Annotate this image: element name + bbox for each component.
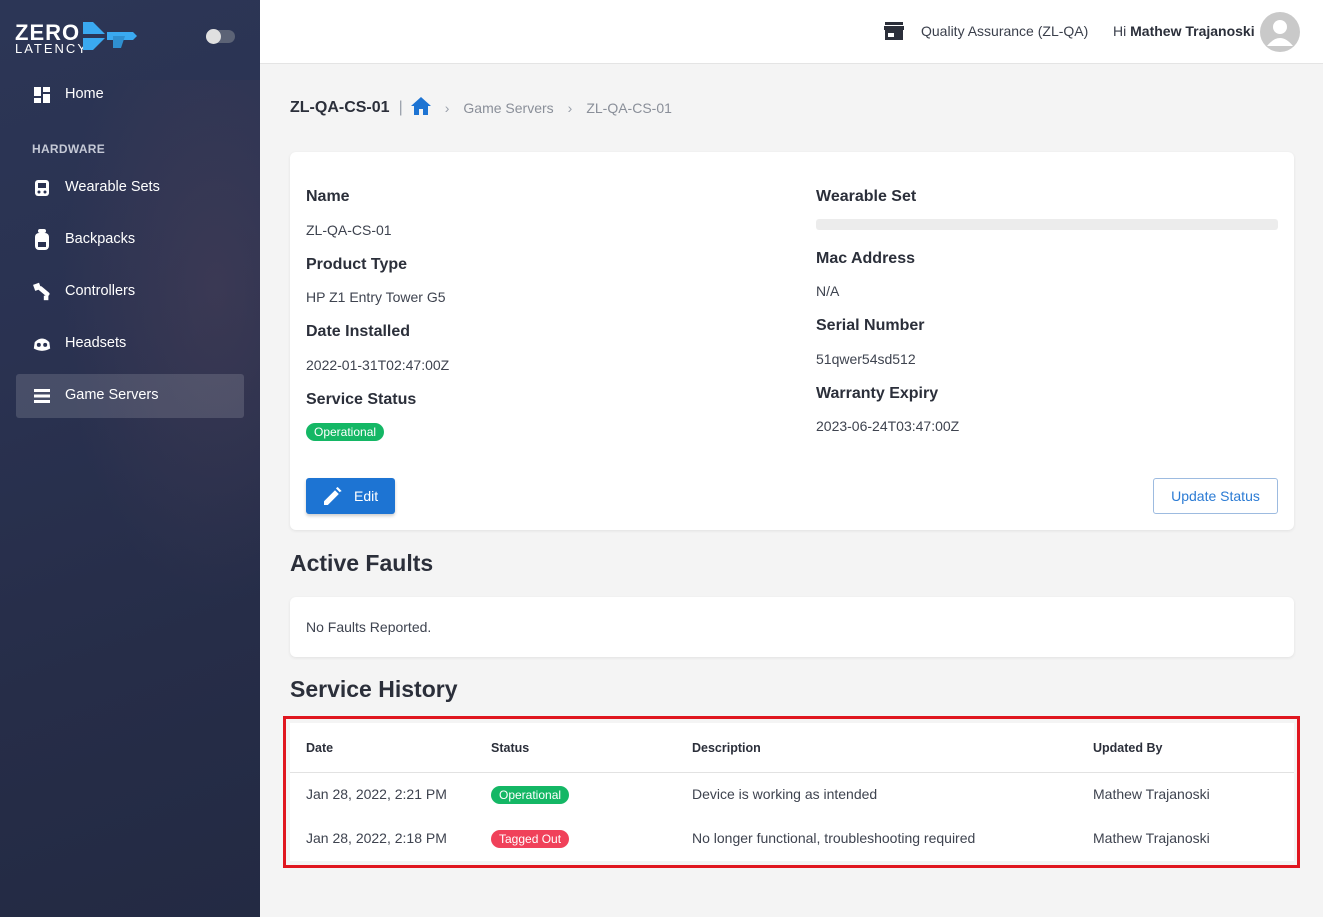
update-status-button[interactable]: Update Status xyxy=(1153,478,1278,514)
row-description: Device is working as intended xyxy=(692,786,878,802)
column-header-date[interactable]: Date xyxy=(306,741,333,755)
warranty-expiry-value: 2023-06-24T03:47:00Z xyxy=(816,418,960,434)
sidebar-section-hardware: HARDWARE xyxy=(32,142,106,156)
logo-text-latency: LATENCY xyxy=(15,41,88,56)
wearable-set-loading-placeholder xyxy=(816,219,1278,230)
status-badge: Operational xyxy=(306,423,385,441)
sidebar-item-game-servers[interactable]: Game Servers xyxy=(16,374,244,418)
service-history-table: Date Status Description Updated By Jan 2… xyxy=(290,723,1294,861)
column-header-description[interactable]: Description xyxy=(692,741,761,755)
row-updated-by: Mathew Trajanoski xyxy=(1093,830,1210,846)
sidebar-item-label: Controllers xyxy=(65,283,136,299)
date-installed-label: Date Installed xyxy=(306,323,411,340)
sidebar-item-backpacks[interactable]: Backpacks xyxy=(16,218,244,262)
sidebar-item-label: Wearable Sets xyxy=(65,179,160,195)
theme-toggle[interactable] xyxy=(206,29,235,44)
sidebar-item-label: Backpacks xyxy=(65,231,136,247)
pencil-icon xyxy=(324,487,342,508)
service-history-title: Service History xyxy=(290,676,458,702)
user-name: Mathew Trajanoski xyxy=(1130,23,1255,39)
sidebar-item-controllers[interactable]: Controllers xyxy=(16,270,244,314)
backpack-icon xyxy=(32,229,52,250)
breadcrumb-link-game-servers[interactable]: Game Servers xyxy=(463,100,553,116)
table-header-divider xyxy=(290,772,1294,773)
server-icon xyxy=(32,386,52,406)
service-status-label: Service Status xyxy=(306,391,417,408)
active-faults-card: No Faults Reported. xyxy=(290,597,1294,657)
sidebar-item-label: Game Servers xyxy=(65,387,159,403)
theme-toggle-knob xyxy=(206,29,221,44)
controller-icon xyxy=(32,282,52,302)
active-faults-title: Active Faults xyxy=(290,550,434,576)
row-status: Operational xyxy=(491,786,570,804)
row-date: Jan 28, 2022, 2:18 PM xyxy=(306,830,447,846)
sidebar-item-label: Headsets xyxy=(65,335,127,351)
sidebar: ZERO LATENCY Home HARDWARE Wearable Sets… xyxy=(0,0,260,917)
edit-button-label: Edit xyxy=(354,488,379,504)
organization-name[interactable]: Quality Assurance (ZL-QA) xyxy=(921,23,1088,39)
wearable-icon xyxy=(32,178,52,198)
column-header-status[interactable]: Status xyxy=(491,741,529,755)
row-date: Jan 28, 2022, 2:21 PM xyxy=(306,786,447,802)
avatar[interactable] xyxy=(1260,12,1300,52)
edit-button[interactable]: Edit xyxy=(306,478,395,514)
serial-number-value: 51qwer54sd512 xyxy=(816,351,916,367)
sidebar-item-label: Home xyxy=(65,86,104,102)
row-updated-by: Mathew Trajanoski xyxy=(1093,786,1210,802)
column-header-updated-by[interactable]: Updated By xyxy=(1093,741,1162,755)
breadcrumb-separator: | xyxy=(398,99,403,116)
greeting-prefix: Hi xyxy=(1113,23,1127,39)
person-icon xyxy=(1267,20,1293,46)
headset-icon xyxy=(32,334,52,354)
user-greeting: Hi Mathew Trajanoski xyxy=(1113,23,1255,39)
row-description: No longer functional, troubleshooting re… xyxy=(692,830,976,846)
warranty-expiry-label: Warranty Expiry xyxy=(816,385,939,402)
store-icon[interactable] xyxy=(884,22,904,45)
breadcrumb: ZL-QA-CS-01 | › Game Servers › ZL-QA-CS-… xyxy=(290,96,672,120)
zero-latency-logo[interactable]: ZERO LATENCY xyxy=(15,20,140,56)
logo-plane-icon xyxy=(83,22,137,50)
chevron-right-icon: › xyxy=(567,100,573,116)
home-icon[interactable] xyxy=(410,96,431,120)
wearable-set-label: Wearable Set xyxy=(816,188,917,205)
row-status: Tagged Out xyxy=(491,830,570,848)
sidebar-item-wearable-sets[interactable]: Wearable Sets xyxy=(16,166,244,210)
name-value: ZL-QA-CS-01 xyxy=(306,222,392,238)
name-label: Name xyxy=(306,188,350,205)
server-details-card: Name ZL-QA-CS-01 Product Type HP Z1 Entr… xyxy=(290,152,1294,530)
product-type-label: Product Type xyxy=(306,256,408,273)
mac-address-value: N/A xyxy=(816,283,840,299)
serial-number-label: Serial Number xyxy=(816,317,925,334)
sidebar-item-headsets[interactable]: Headsets xyxy=(16,322,244,366)
date-installed-value: 2022-01-31T02:47:00Z xyxy=(306,357,450,373)
top-bar: Quality Assurance (ZL-QA) Hi Mathew Traj… xyxy=(260,0,1323,64)
mac-address-label: Mac Address xyxy=(816,250,915,267)
status-badge: Tagged Out xyxy=(491,830,570,848)
page-title: ZL-QA-CS-01 xyxy=(290,99,390,116)
status-badge: Operational xyxy=(491,786,570,804)
product-type-value: HP Z1 Entry Tower G5 xyxy=(306,289,446,305)
service-status-wrap: Operational xyxy=(306,423,385,441)
dashboard-icon xyxy=(32,85,52,105)
no-faults-message: No Faults Reported. xyxy=(306,619,432,635)
breadcrumb-current: ZL-QA-CS-01 xyxy=(586,100,672,116)
sidebar-item-home[interactable]: Home xyxy=(16,73,244,117)
chevron-right-icon: › xyxy=(444,100,450,116)
